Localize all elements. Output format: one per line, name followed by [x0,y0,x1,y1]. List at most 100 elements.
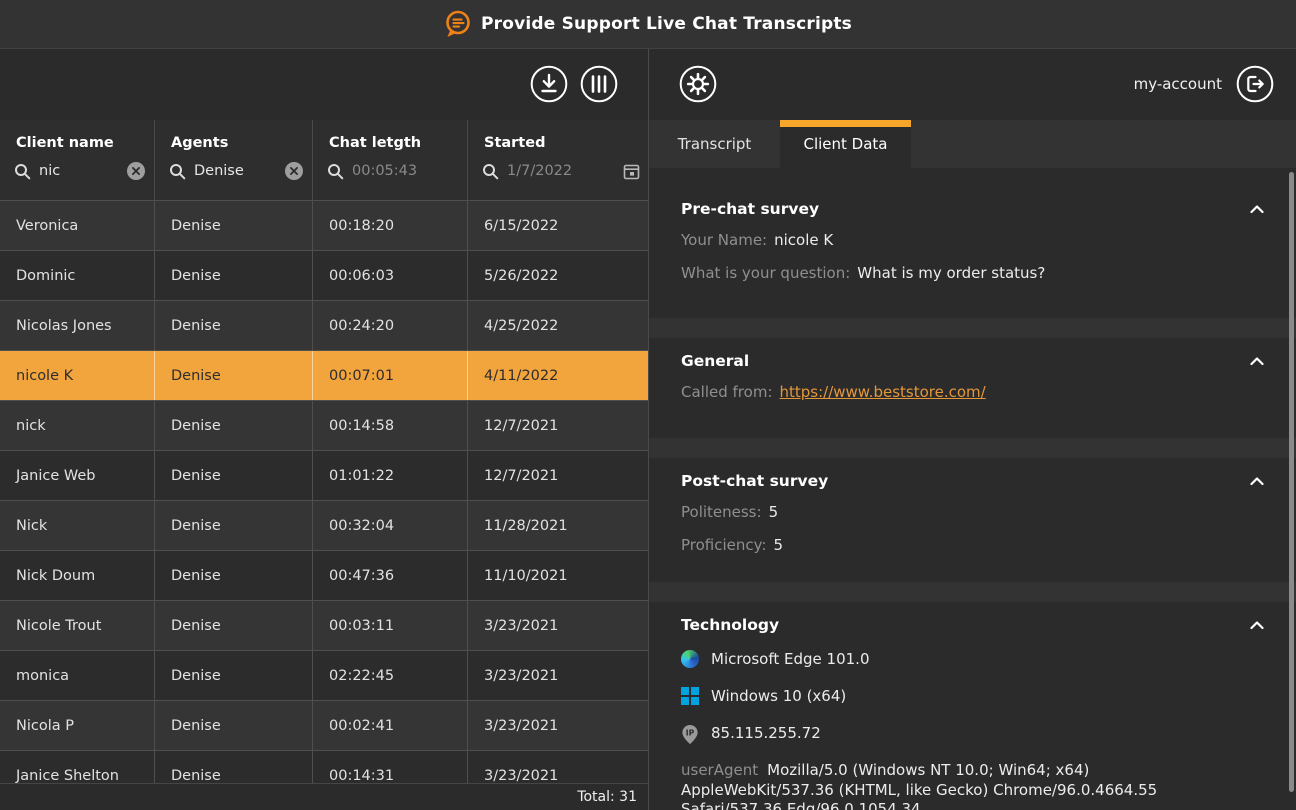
agent-cell: Denise [155,451,313,500]
started-cell: 5/26/2022 [468,251,648,300]
chevron-up-icon[interactable] [1250,205,1264,214]
filter-input[interactable] [507,163,615,179]
clear-filter-icon[interactable] [126,161,146,181]
field-row: What is your question:What is my order s… [681,263,1264,284]
table-row[interactable]: Nicole TroutDenise00:03:113/23/2021 [0,600,648,650]
left-toolbar [0,48,648,120]
chat-length-cell: 00:24:20 [313,301,468,350]
column-chooser-icon[interactable] [580,65,618,103]
field-row: Politeness:5 [681,502,1264,523]
agent-cell: Denise [155,301,313,350]
started-cell: 11/28/2021 [468,501,648,550]
user-agent-label: userAgent [681,761,758,779]
field-row: Proficiency: 5 [681,535,1264,556]
svg-text:IP: IP [686,728,695,737]
field-label: Politeness: [681,503,762,521]
clear-filter-icon[interactable] [284,161,304,181]
field-value: nicole K [774,231,833,249]
table-row-selected[interactable]: nicole KDenise00:07:014/11/2022 [0,350,648,400]
table-footer: Total: 31 [0,783,648,810]
started-cell: 3/23/2021 [468,751,648,783]
filter-input[interactable] [194,163,276,179]
section-general: General Called from:https://www.beststore… [649,338,1296,438]
agent-cell: Denise [155,401,313,450]
account-name: my-account [1134,75,1222,93]
chat-length-cell: 00:18:20 [313,201,468,250]
chevron-up-icon[interactable] [1250,477,1264,486]
section-header: Pre-chat survey [681,200,1264,218]
table-row[interactable]: nickDenise00:14:5812/7/2021 [0,400,648,450]
table-row[interactable]: monicaDenise02:22:453/23/2021 [0,650,648,700]
chat-length-cell: 00:02:41 [313,701,468,750]
tab-client-data[interactable]: Client Data [780,120,911,168]
section-post-chat-survey: Post-chat surveyPoliteness:5Proficiency:… [649,458,1296,582]
column-label: Agents [155,120,312,151]
column-header: Chat letgth [313,120,468,200]
column-header: Agents [155,120,313,200]
table-row[interactable]: NickDenise00:32:0411/28/2021 [0,500,648,550]
column-filter [0,151,154,191]
calendar-icon[interactable] [623,163,640,180]
tech-item-text: 85.115.255.72 [711,724,821,742]
column-label: Started [468,120,648,151]
agent-cell: Denise [155,701,313,750]
edge-browser-icon [681,650,699,668]
filter-input[interactable] [352,163,459,179]
column-label: Client name [0,120,154,151]
chevron-up-icon[interactable] [1250,621,1264,630]
agent-cell: Denise [155,351,313,400]
chat-length-cell: 00:32:04 [313,501,468,550]
section-header: General [681,352,1264,370]
transcripts-list-panel: Client nameAgentsChat letgthStarted Vero… [0,48,648,810]
agent-cell: Denise [155,601,313,650]
client-name-cell: Janice Shelton [0,751,155,783]
section-title: Pre-chat survey [681,200,819,218]
tech-item: Microsoft Edge 101.0 [681,650,1264,668]
field-row: Called from:https://www.beststore.com/ [681,382,1264,403]
tech-item-text: Microsoft Edge 101.0 [711,650,870,668]
filter-input[interactable] [39,163,118,179]
called-from-link[interactable]: https://www.beststore.com/ [779,383,985,401]
client-name-cell: nicole K [0,351,155,400]
agent-cell: Denise [155,751,313,783]
tab-transcript[interactable]: Transcript [649,120,780,168]
vertical-scrollbar[interactable] [1289,172,1294,792]
chat-length-cell: 00:14:58 [313,401,468,450]
started-cell: 6/15/2022 [468,201,648,250]
table-row[interactable]: Nicolas JonesDenise00:24:204/25/2022 [0,300,648,350]
section-title: General [681,352,749,370]
search-icon [327,163,344,180]
search-icon [169,163,186,180]
field-label: What is your question: [681,264,850,282]
started-cell: 4/25/2022 [468,301,648,350]
detail-panel: my-account TranscriptClient Data Pre-cha… [648,48,1296,810]
download-icon[interactable] [530,65,568,103]
logout-icon[interactable] [1236,65,1274,103]
table-row[interactable]: Janice WebDenise01:01:2212/7/2021 [0,450,648,500]
table-row[interactable]: VeronicaDenise00:18:206/15/2022 [0,200,648,250]
table-row[interactable]: Nick DoumDenise00:47:3611/10/2021 [0,550,648,600]
section-technology: Technology Microsoft Edge 101.0 Windows 10… [649,602,1296,810]
search-icon [14,163,31,180]
agent-cell: Denise [155,501,313,550]
agent-cell: Denise [155,651,313,700]
column-filter [313,151,467,191]
settings-gear-icon[interactable] [679,65,717,103]
table-row[interactable]: Janice SheltonDenise00:14:313/23/2021 [0,750,648,783]
client-name-cell: nick [0,401,155,450]
client-name-cell: Nicola P [0,701,155,750]
field-value: 5 [773,536,783,554]
section-header: Post-chat survey [681,472,1264,490]
column-header: Client name [0,120,155,200]
table-row[interactable]: DominicDenise00:06:035/26/2022 [0,250,648,300]
client-name-cell: Nicole Trout [0,601,155,650]
chevron-up-icon[interactable] [1250,357,1264,366]
table-row[interactable]: Nicola PDenise00:02:413/23/2021 [0,700,648,750]
tech-item: Windows 10 (x64) [681,687,1264,705]
section-title: Technology [681,616,779,634]
client-name-cell: Nick Doum [0,551,155,600]
table-body: VeronicaDenise00:18:206/15/2022DominicDe… [0,200,648,783]
section-pre-chat-survey: Pre-chat surveyYour Name:nicole KWhat is… [649,168,1296,318]
field-label: Proficiency: [681,536,766,554]
provide-support-logo-icon [444,10,471,39]
